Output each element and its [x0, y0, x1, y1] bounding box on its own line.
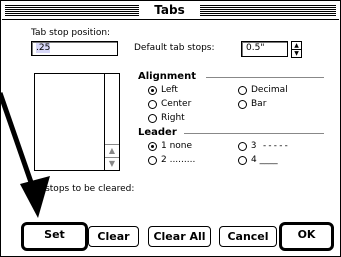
radio-on-icon: [148, 141, 157, 151]
tab-stops-cleared-label: ab stops to be cleared:: [31, 184, 135, 194]
tab-stop-position-input[interactable]: .25: [31, 41, 118, 56]
tab-stop-position-value: .25: [36, 43, 51, 53]
leader-group-title: Leader: [138, 127, 177, 138]
leader-underline-label: 4 ____: [251, 155, 278, 165]
alignment-bar-label: Bar: [251, 99, 267, 109]
alignment-bar-radio[interactable]: Bar: [238, 99, 266, 109]
clear-all-button[interactable]: Clear All: [148, 226, 211, 247]
leader-dots-radio[interactable]: 2 .........: [148, 155, 195, 165]
tabs-dialog: Tabs Tab stop position: .25 Default tab …: [0, 0, 341, 257]
leader-underline-radio[interactable]: 4 ____: [238, 155, 278, 165]
leader-dashes-radio[interactable]: 3 -----: [238, 141, 289, 151]
alignment-decimal-radio[interactable]: Decimal: [238, 85, 288, 95]
ok-button[interactable]: OK: [279, 222, 334, 251]
alignment-right-label: Right: [161, 113, 185, 123]
alignment-group-title: Alignment: [138, 71, 196, 82]
leader-none-label: 1 none: [161, 141, 193, 151]
tab-stop-position-label: Tab stop position:: [31, 28, 111, 38]
leader-dots-label: 2 .........: [161, 155, 196, 165]
leader-none-radio[interactable]: 1 none: [148, 141, 192, 151]
clear-button[interactable]: Clear: [88, 226, 139, 247]
scroll-down-icon[interactable]: ▼: [105, 157, 119, 170]
radio-off-icon: [148, 113, 157, 123]
stepper-down-icon[interactable]: ▼: [292, 50, 301, 57]
radio-off-icon: [148, 99, 157, 109]
radio-off-icon: [238, 141, 247, 151]
radio-off-icon: [238, 99, 247, 109]
title-bar[interactable]: Tabs: [2, 2, 339, 20]
radio-off-icon: [238, 85, 247, 95]
radio-off-icon: [148, 155, 157, 165]
default-tab-stops-input[interactable]: 0.5": [241, 41, 288, 57]
alignment-group-line: [206, 77, 324, 78]
dialog-title: Tabs: [139, 2, 200, 19]
alignment-right-radio[interactable]: Right: [148, 113, 185, 123]
leader-dashes-label: 3 -----: [251, 141, 289, 151]
title-bar-stripes-left: [5, 5, 139, 16]
radio-off-icon: [238, 155, 247, 165]
set-button[interactable]: Set: [21, 222, 88, 251]
tab-stops-cleared-value: ': [31, 197, 34, 207]
alignment-center-label: Center: [161, 99, 192, 109]
default-tab-stops-label: Default tab stops:: [134, 43, 215, 53]
stepper-up-icon[interactable]: ▲: [292, 42, 301, 50]
title-bar-stripes-right: [200, 5, 336, 16]
alignment-center-radio[interactable]: Center: [148, 99, 191, 109]
alignment-left-radio[interactable]: Left: [148, 85, 178, 95]
cancel-button[interactable]: Cancel: [219, 226, 277, 247]
alignment-decimal-label: Decimal: [251, 85, 288, 95]
scroll-up-icon[interactable]: ▲: [105, 144, 119, 157]
leader-group-line: [184, 133, 324, 134]
default-tab-stepper[interactable]: ▲ ▼: [291, 41, 302, 58]
alignment-left-label: Left: [161, 85, 178, 95]
radio-on-icon: [148, 85, 157, 95]
tab-stops-scrollbar[interactable]: ▲ ▼: [104, 74, 119, 170]
